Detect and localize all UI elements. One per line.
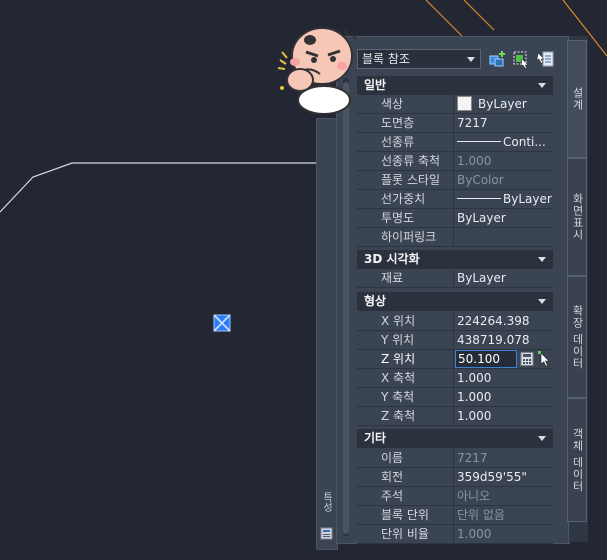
prop-key: 선종류 축척 (357, 152, 454, 170)
prop-key: 도면층 (357, 114, 454, 132)
emoticon-sticker (277, 27, 357, 114)
prop-value[interactable]: 359d59'55" (455, 468, 553, 486)
lineweight-sample (457, 198, 501, 199)
prop-value[interactable]: Conti... (455, 133, 553, 151)
toggle-pickadd-icon[interactable] (488, 50, 506, 68)
prop-key: 색상 (357, 95, 454, 113)
prop-row-annotative[interactable]: 주석 아니오 (357, 487, 553, 506)
prop-value[interactable]: 1.000 (455, 525, 553, 543)
prop-row-lineweight[interactable]: 선가중치 ByLayer (357, 190, 553, 209)
prop-key: 블록 단위 (357, 506, 454, 524)
prop-key: 하이퍼링크 (357, 228, 454, 246)
prop-value[interactable]: ByLayer (455, 269, 553, 287)
prop-row-block-unit[interactable]: 블록 단위 단위 없음 (357, 506, 553, 525)
prop-key: Y 축척 (357, 388, 454, 406)
quick-select-icon[interactable] (537, 50, 555, 68)
prop-value[interactable]: 7217 (455, 449, 553, 467)
palette-strip-label: 특성 (320, 492, 332, 512)
prop-key: 선종류 (357, 133, 454, 151)
section-geometry[interactable]: 형상 (357, 292, 553, 311)
tab-display[interactable]: 화면표시 (567, 158, 587, 276)
prop-key: 단위 비율 (357, 525, 454, 543)
prop-key: 이름 (357, 449, 454, 467)
collapse-icon[interactable] (538, 436, 546, 441)
prop-row-unit-factor[interactable]: 단위 비율 1.000 (357, 525, 553, 544)
section-misc[interactable]: 기타 (357, 429, 553, 448)
collapse-icon[interactable] (538, 83, 546, 88)
prop-row-position-x[interactable]: X 위치 224264.398 (357, 312, 553, 331)
prop-value[interactable]: ByLayer (455, 95, 553, 113)
prop-key: 투명도 (357, 209, 454, 227)
section-3d-visualization[interactable]: 3D 시각화 (357, 250, 553, 269)
tab-extended-data[interactable]: 확장 데이터 (567, 276, 587, 398)
calculator-icon[interactable] (520, 352, 534, 366)
palette-title-strip[interactable] (316, 118, 338, 550)
properties-icon[interactable] (320, 527, 333, 540)
select-objects-icon[interactable] (512, 50, 530, 68)
prop-row-linetype[interactable]: 선종류 Conti... (357, 133, 553, 152)
prop-key: 플롯 스타일 (357, 171, 454, 189)
collapse-icon[interactable] (538, 257, 546, 262)
prop-row-color[interactable]: 색상 ByLayer (357, 95, 553, 114)
prop-row-material[interactable]: 재료 ByLayer (357, 269, 553, 288)
prop-row-name[interactable]: 이름 7217 (357, 449, 553, 468)
section-general[interactable]: 일반 (357, 76, 553, 95)
prop-key: Z 축척 (357, 407, 454, 425)
prop-value[interactable]: 아니오 (455, 487, 553, 505)
prop-value[interactable]: 224264.398 (455, 312, 553, 330)
prop-value[interactable]: 1.000 (455, 407, 553, 425)
scrollbar-thumb[interactable] (343, 82, 349, 534)
prop-key: 선가중치 (357, 190, 454, 208)
linetype-sample (457, 141, 501, 142)
prop-row-position-y[interactable]: Y 위치 438719.078 (357, 331, 553, 350)
prop-row-layer[interactable]: 도면층 7217 (357, 114, 553, 133)
prop-row-rotation[interactable]: 회전 359d59'55" (357, 468, 553, 487)
orange-line-1 (425, 0, 463, 37)
tab-object-data[interactable]: 객체 데이터 (567, 398, 587, 522)
prop-row-linetype-scale[interactable]: 선종류 축척 1.000 (357, 152, 553, 171)
prop-row-position-z[interactable]: Z 위치 50.100 (357, 350, 553, 369)
object-type-dropdown[interactable]: 블록 참조 (357, 49, 481, 69)
prop-key: Z 위치 (357, 350, 454, 368)
prop-key: X 축척 (357, 369, 454, 387)
prop-value[interactable]: ByLayer (455, 209, 553, 227)
orange-line-2 (463, 0, 495, 31)
prop-value[interactable]: 1.000 (455, 388, 553, 406)
prop-key: Y 위치 (357, 331, 454, 349)
pick-point-icon[interactable] (538, 351, 552, 367)
chevron-down-icon (467, 57, 475, 62)
collapse-icon[interactable] (538, 299, 546, 304)
tab-design[interactable]: 설계 (567, 40, 587, 158)
polyline-entity (0, 162, 318, 213)
prop-value[interactable]: 1.000 (455, 152, 553, 170)
prop-value[interactable]: 7217 (455, 114, 553, 132)
prop-value[interactable]: 1.000 (455, 369, 553, 387)
prop-value[interactable]: ByColor (455, 171, 553, 189)
prop-row-scale-x[interactable]: X 축척 1.000 (357, 369, 553, 388)
color-swatch-icon (457, 96, 472, 111)
prop-value[interactable] (455, 228, 553, 246)
prop-row-hyperlink[interactable]: 하이퍼링크 (357, 228, 553, 247)
prop-row-scale-z[interactable]: Z 축척 1.000 (357, 407, 553, 426)
prop-key: 주석 (357, 487, 454, 505)
prop-key: 재료 (357, 269, 454, 287)
prop-row-transparency[interactable]: 투명도 ByLayer (357, 209, 553, 228)
prop-row-plot-style[interactable]: 플롯 스타일 ByColor (357, 171, 553, 190)
prop-key: X 위치 (357, 312, 454, 330)
prop-value[interactable]: 단위 없음 (455, 506, 553, 524)
prop-value[interactable]: ByLayer (455, 190, 553, 208)
prop-row-scale-y[interactable]: Y 축척 1.000 (357, 388, 553, 407)
prop-key: 회전 (357, 468, 454, 486)
position-z-input[interactable]: 50.100 (455, 350, 517, 368)
block-grip[interactable] (213, 314, 231, 332)
prop-value[interactable]: 438719.078 (455, 331, 553, 349)
